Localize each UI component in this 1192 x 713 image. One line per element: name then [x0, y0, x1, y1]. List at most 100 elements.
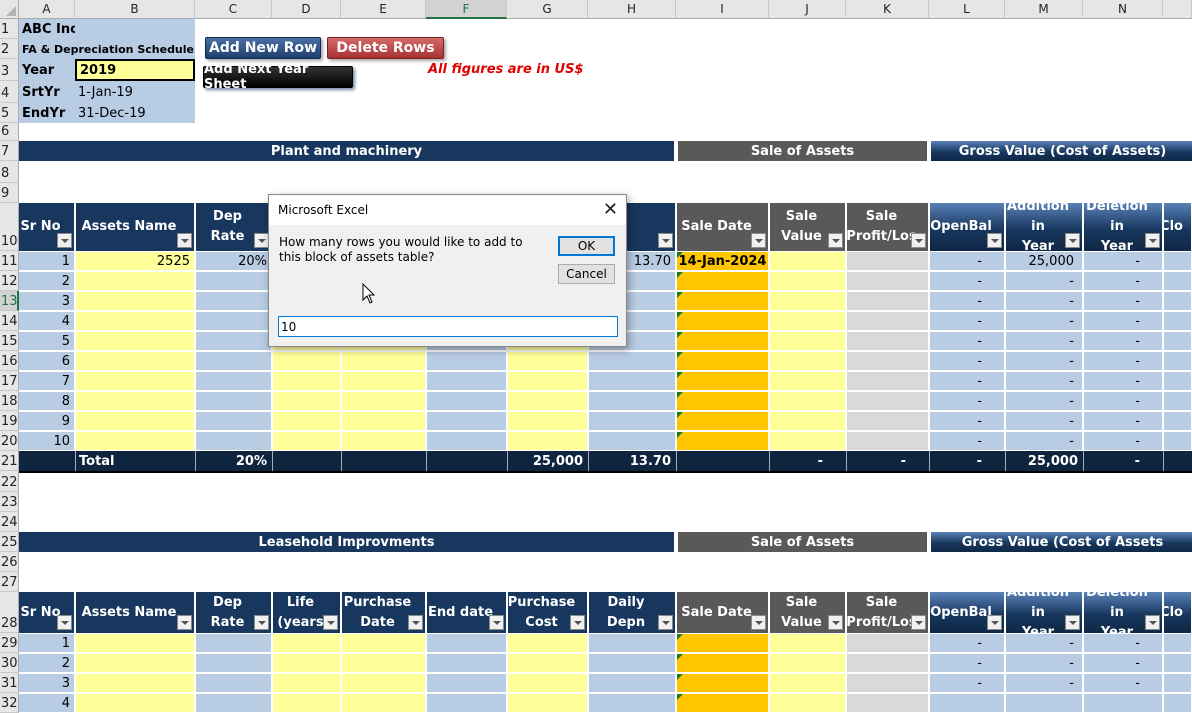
cell-deletion[interactable]: -: [1084, 272, 1162, 290]
cell-open-bal[interactable]: -: [930, 412, 1004, 430]
row-header-22[interactable]: 22: [0, 471, 19, 492]
table-cell[interactable]: [76, 332, 194, 350]
cell-sr[interactable]: 10: [20, 432, 74, 450]
column-header-h[interactable]: H: [588, 0, 676, 19]
table-cell[interactable]: [508, 352, 587, 370]
table-cell[interactable]: [1164, 392, 1191, 410]
cell-addition[interactable]: 25,000: [1006, 252, 1082, 270]
table-cell[interactable]: [508, 694, 587, 712]
filter-dropdown-icon[interactable]: [751, 615, 766, 630]
table-cell[interactable]: [847, 272, 928, 290]
table-cell[interactable]: [1164, 694, 1191, 712]
cell-addition[interactable]: -: [1006, 292, 1082, 310]
table-cell[interactable]: [508, 674, 587, 692]
table-cell[interactable]: [847, 694, 928, 712]
table-cell[interactable]: [770, 654, 845, 672]
table-cell[interactable]: [1164, 654, 1191, 672]
filter-dropdown-icon[interactable]: [177, 233, 192, 248]
table-cell[interactable]: [770, 372, 845, 390]
table-cell[interactable]: [677, 372, 768, 390]
table-cell[interactable]: [770, 634, 845, 652]
table-cell[interactable]: [847, 252, 928, 270]
column-header-o[interactable]: [1163, 0, 1192, 19]
filter-dropdown-icon[interactable]: [751, 233, 766, 248]
table-cell[interactable]: [76, 432, 194, 450]
row-header-3[interactable]: 3: [0, 59, 19, 81]
filter-dropdown-icon[interactable]: [828, 615, 843, 630]
filter-dropdown-icon[interactable]: [1065, 615, 1080, 630]
table-cell[interactable]: [847, 332, 928, 350]
column-header-n[interactable]: N: [1083, 0, 1163, 19]
ok-button[interactable]: OK: [558, 236, 615, 256]
table-cell[interactable]: [273, 634, 340, 652]
table-cell[interactable]: [427, 352, 506, 370]
cell-deletion[interactable]: -: [1084, 252, 1162, 270]
table-cell[interactable]: [342, 674, 425, 692]
table-cell[interactable]: [677, 634, 768, 652]
table-cell[interactable]: [196, 312, 271, 330]
table-cell[interactable]: [342, 634, 425, 652]
table-cell[interactable]: [342, 392, 425, 410]
table-cell[interactable]: [273, 674, 340, 692]
cell-sr[interactable]: 6: [20, 352, 74, 370]
table-cell[interactable]: [76, 312, 194, 330]
table-cell[interactable]: [847, 432, 928, 450]
filter-dropdown-icon[interactable]: [489, 615, 504, 630]
table-cell[interactable]: [589, 694, 675, 712]
table-cell[interactable]: [770, 694, 845, 712]
filter-dropdown-icon[interactable]: [57, 233, 72, 248]
table-cell[interactable]: [427, 654, 506, 672]
cell-addition[interactable]: -: [1006, 654, 1082, 672]
row-header-24[interactable]: 24: [0, 512, 19, 532]
table-cell[interactable]: [273, 352, 340, 370]
table-cell[interactable]: [589, 674, 675, 692]
table-cell[interactable]: [1164, 372, 1191, 390]
table-cell[interactable]: [196, 272, 271, 290]
row-header-26[interactable]: 26: [0, 552, 19, 572]
table-cell[interactable]: [677, 272, 768, 290]
cell-sr[interactable]: 9: [20, 412, 74, 430]
column-header-j[interactable]: J: [769, 0, 846, 19]
table-cell[interactable]: [508, 392, 587, 410]
table-cell[interactable]: [427, 392, 506, 410]
filter-dropdown-icon[interactable]: [828, 233, 843, 248]
cell-sr[interactable]: 4: [20, 312, 74, 330]
table-cell[interactable]: [770, 252, 845, 270]
filter-dropdown-icon[interactable]: [254, 615, 269, 630]
filter-dropdown-icon[interactable]: [323, 615, 338, 630]
column-header-l[interactable]: L: [929, 0, 1005, 19]
filter-dropdown-icon[interactable]: [1145, 233, 1160, 248]
table-cell[interactable]: [273, 412, 340, 430]
table-cell[interactable]: [196, 352, 271, 370]
table-cell[interactable]: [770, 272, 845, 290]
row-header-31[interactable]: 31: [0, 673, 19, 693]
table-cell[interactable]: [1164, 432, 1191, 450]
row-header-11[interactable]: 11: [0, 251, 19, 271]
table-cell[interactable]: [76, 674, 194, 692]
table-cell[interactable]: [677, 432, 768, 450]
cell-addition[interactable]: -: [1006, 372, 1082, 390]
table-cell[interactable]: [508, 432, 587, 450]
table-cell[interactable]: [1164, 352, 1191, 370]
table-cell[interactable]: [427, 412, 506, 430]
row-header-29[interactable]: 29: [0, 633, 19, 653]
table-cell[interactable]: [196, 332, 271, 350]
cell-deletion[interactable]: -: [1084, 352, 1162, 370]
cell-sr[interactable]: 1: [20, 252, 74, 270]
table-cell[interactable]: [342, 412, 425, 430]
table-cell[interactable]: [196, 694, 271, 712]
close-icon[interactable]: ✕: [603, 199, 618, 220]
cell-deletion[interactable]: -: [1084, 312, 1162, 330]
table-cell[interactable]: [589, 412, 675, 430]
cell-open-bal[interactable]: -: [930, 674, 1004, 692]
table-cell[interactable]: [342, 352, 425, 370]
cell-open-bal[interactable]: -: [930, 312, 1004, 330]
table-cell[interactable]: [677, 312, 768, 330]
cell-addition[interactable]: -: [1006, 312, 1082, 330]
table-cell[interactable]: [342, 432, 425, 450]
table-cell[interactable]: [273, 654, 340, 672]
cell-sr[interactable]: 2: [20, 272, 74, 290]
table-cell[interactable]: [589, 654, 675, 672]
table-cell[interactable]: [847, 634, 928, 652]
table-cell[interactable]: [273, 694, 340, 712]
